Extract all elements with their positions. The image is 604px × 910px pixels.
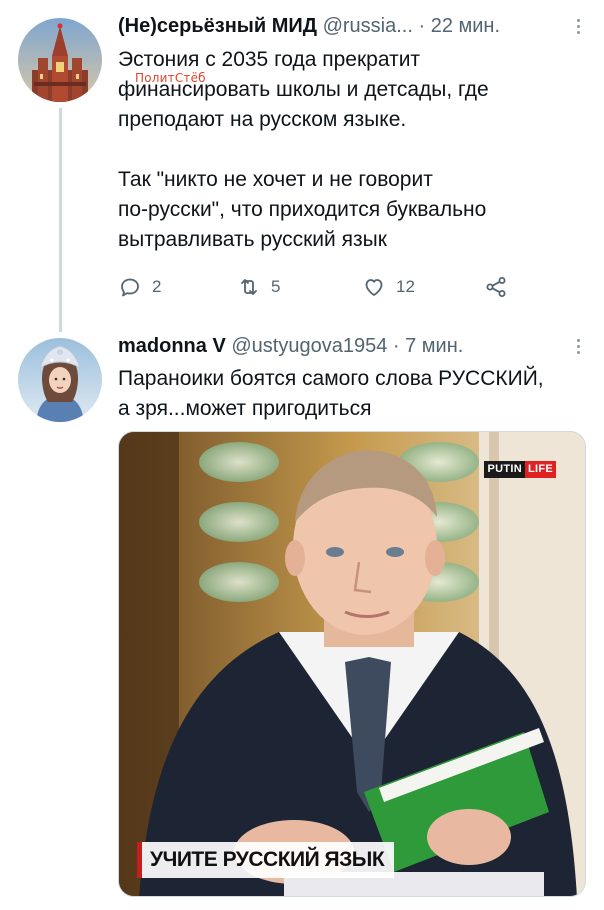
madonna-avatar-image — [18, 338, 102, 422]
author-name[interactable]: madonna V — [118, 335, 226, 357]
separator-dot: · — [418, 15, 426, 37]
brand-part-2: LIFE — [524, 461, 556, 478]
heart-icon — [365, 279, 383, 296]
reply-button[interactable]: 2 — [118, 272, 161, 302]
more-icon[interactable] — [572, 13, 584, 39]
like-count: 12 — [396, 277, 415, 296]
like-button[interactable]: 12 — [362, 272, 415, 302]
retweet-count: 5 — [271, 277, 281, 296]
reply-count: 2 — [152, 277, 162, 296]
tweet-media-image[interactable]: PUTIN LIFE УЧИТЕ РУССКИЙ ЯЗЫК — [118, 431, 586, 897]
tweet-text: Параноики боятся самого слова РУССКИЙ, а… — [118, 367, 544, 420]
thread-line — [59, 108, 62, 332]
reply-icon — [121, 278, 139, 297]
kremlin-avatar-image — [18, 18, 102, 102]
retweet-button[interactable]: 5 — [237, 272, 280, 302]
brand-part-1: PUTIN — [484, 461, 525, 478]
avatar-madonna[interactable] — [18, 338, 102, 422]
timestamp[interactable]: 7 мин. — [405, 335, 463, 357]
avatar-kremlin[interactable] — [18, 18, 102, 102]
image-caption: УЧИТЕ РУССКИЙ ЯЗЫК — [137, 842, 395, 878]
retweet-icon — [241, 279, 257, 295]
tweet-actions: 2 5 12 — [118, 272, 518, 302]
more-icon[interactable] — [572, 333, 584, 359]
timestamp[interactable]: 22 мин. — [431, 15, 500, 37]
separator-dot: · — [392, 335, 400, 357]
author-handle[interactable]: @ustyugova1954 — [231, 335, 387, 357]
putinlife-logo: PUTIN LIFE — [484, 461, 556, 478]
tweet-header: (Не)серьёзный МИД @russia... · 22 мин. — [118, 13, 588, 39]
tweet-header: madonna V @ustyugova1954 · 7 мин. — [118, 333, 588, 359]
share-button[interactable] — [484, 272, 508, 302]
author-name[interactable]: (Не)серьёзный МИД — [118, 15, 317, 37]
share-icon — [486, 277, 506, 297]
putin-photo — [119, 432, 585, 896]
author-handle[interactable]: @russia... — [323, 15, 413, 37]
watermark-text: ПолитСтёб — [135, 71, 206, 85]
tweet-1[interactable]: (Не)серьёзный МИД @russia... · 22 мин. Э… — [0, 0, 604, 332]
